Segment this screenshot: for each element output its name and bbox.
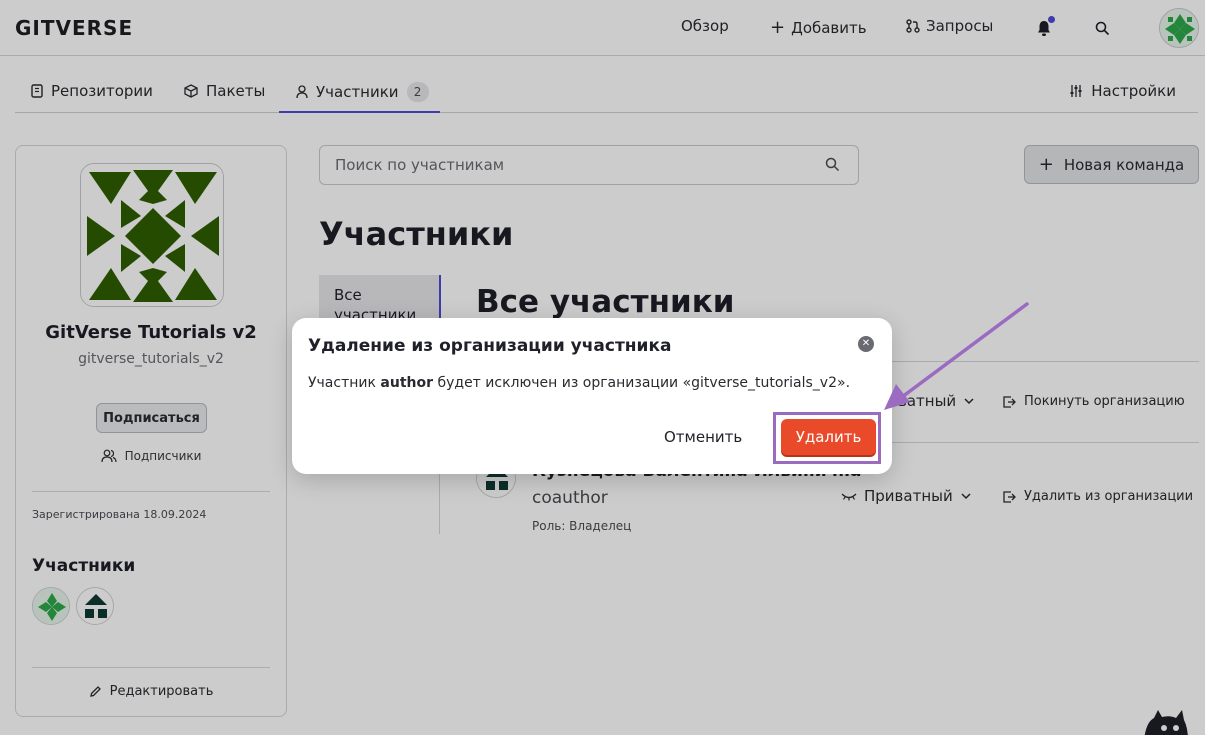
dialog-message: Участник author будет исключен из органи… [308, 375, 850, 391]
close-icon[interactable]: ✕ [858, 336, 874, 352]
dialog-message-user: author [380, 375, 434, 391]
dialog-title: Удаление из организации участника [308, 336, 672, 356]
annotation-highlight [773, 412, 881, 464]
annotation-arrow-icon [884, 302, 1029, 410]
dialog-message-suffix: будет исключен из организации «gitverse_… [433, 375, 851, 391]
dialog-message-prefix: Участник [308, 375, 381, 391]
cancel-button[interactable]: Отменить [664, 424, 742, 450]
